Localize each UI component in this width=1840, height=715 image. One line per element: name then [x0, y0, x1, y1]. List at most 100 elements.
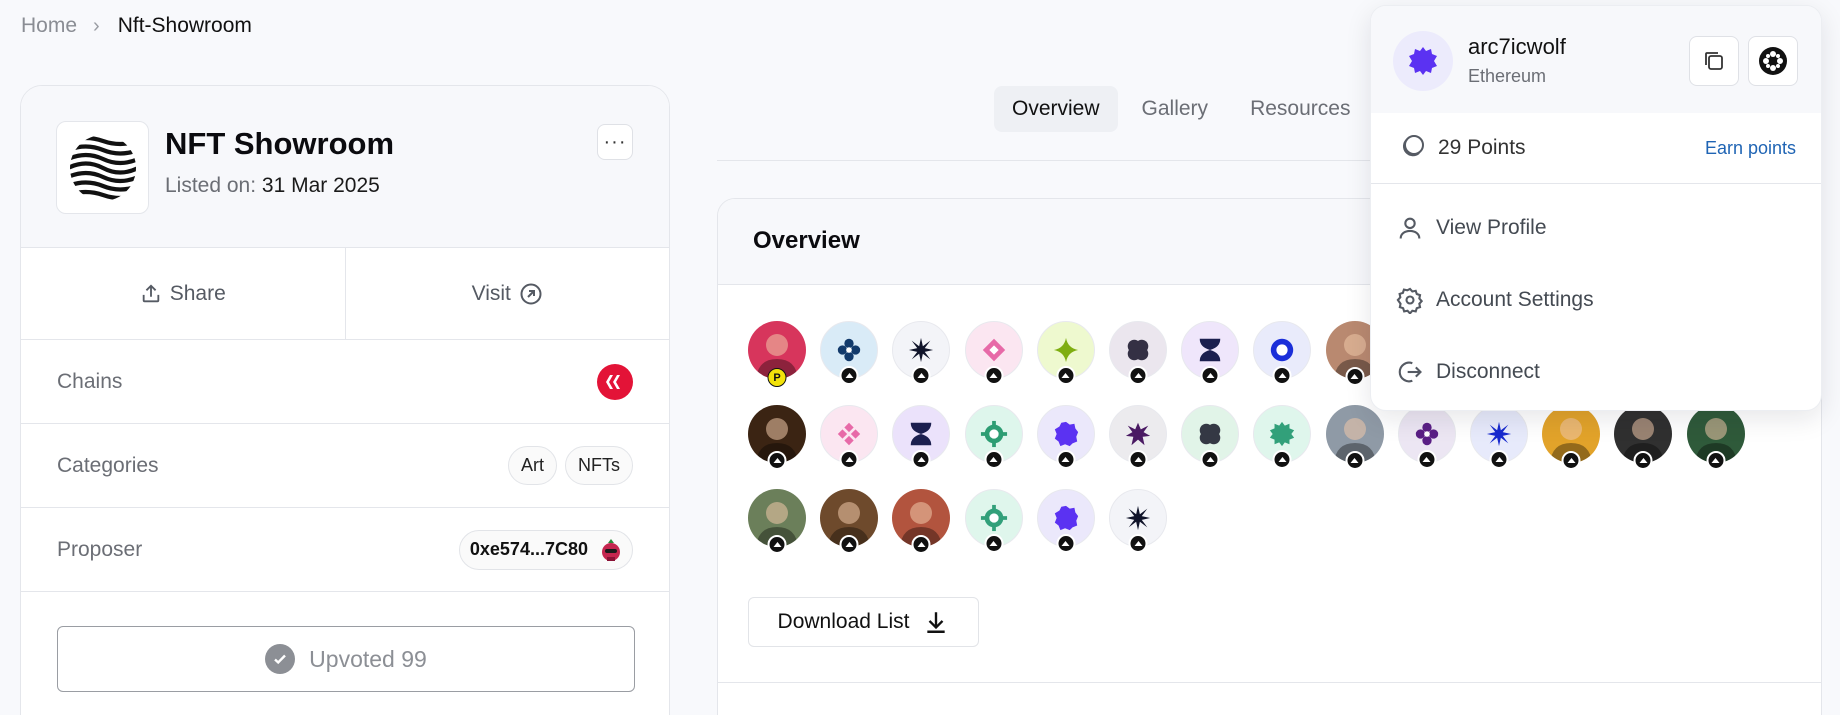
hourglass-icon	[911, 422, 932, 446]
voter-avatar[interactable]	[1542, 405, 1601, 470]
chains-label: Chains	[57, 369, 123, 393]
clover-icon	[1199, 423, 1221, 445]
category-tag-nfts[interactable]: NFTs	[565, 446, 633, 485]
menu-disconnect[interactable]: Disconnect	[1371, 336, 1821, 408]
upvote-arrow-icon	[1056, 534, 1076, 553]
voter-avatar[interactable]	[820, 321, 879, 385]
earn-points-link[interactable]: Earn points	[1705, 138, 1796, 159]
breadcrumb-current: Nft-Showroom	[117, 14, 252, 37]
voter-avatar[interactable]	[1109, 489, 1167, 553]
upvote-arrow-icon	[1200, 450, 1220, 469]
voter-avatar[interactable]	[1614, 405, 1673, 470]
proposer-chip[interactable]: 0xe574...7C80	[458, 529, 633, 570]
voter-avatar[interactable]	[1253, 321, 1312, 385]
download-label: Download List	[777, 610, 910, 633]
upvote-arrow-icon	[911, 366, 931, 385]
account-username: arc7icwolf	[1468, 34, 1566, 59]
burst-icon	[1486, 421, 1512, 447]
upvote-arrow-icon	[1345, 367, 1365, 386]
power-badge-icon: P	[767, 368, 787, 387]
voter-avatar[interactable]	[1253, 405, 1312, 469]
share-button[interactable]: Share	[21, 248, 345, 339]
share-label: Share	[169, 281, 226, 305]
upvote-arrow-icon	[839, 450, 859, 469]
points-label: 29 Points	[1438, 136, 1526, 159]
upvote-arrow-icon	[984, 450, 1004, 469]
upvote-arrow-icon	[1272, 450, 1292, 469]
voter-avatar[interactable]	[892, 405, 951, 469]
voter-avatar[interactable]	[820, 405, 879, 469]
upvote-arrow-icon	[1489, 450, 1509, 469]
panel-divider	[718, 682, 1821, 683]
gear-icon	[980, 420, 1007, 448]
voter-avatar[interactable]	[1325, 405, 1384, 470]
menu-view-profile[interactable]: View Profile	[1371, 192, 1821, 264]
breadcrumb-home-link[interactable]: Home	[21, 14, 77, 38]
account-avatar	[1393, 31, 1453, 91]
voter-avatar[interactable]	[748, 405, 806, 470]
more-options-button[interactable]: ···	[597, 124, 633, 160]
visit-button[interactable]: Visit	[344, 248, 670, 339]
blob-icon	[1054, 505, 1078, 531]
download-list-button[interactable]: Download List	[748, 597, 979, 647]
upvote-arrow-icon	[911, 535, 931, 554]
share-icon	[142, 283, 159, 302]
voter-avatar[interactable]	[964, 321, 1023, 385]
upvote-arrow-icon	[1128, 450, 1148, 469]
account-header: arc7icwolf Ethereum	[1371, 6, 1821, 113]
tab-gallery[interactable]: Gallery	[1124, 86, 1227, 132]
clover-icon	[1127, 339, 1149, 361]
detail-tabs: Overview Gallery Resources	[994, 86, 1368, 132]
hourglass-icon	[1199, 338, 1221, 362]
hive-chain-icon[interactable]	[597, 363, 633, 400]
burst-icon	[1125, 505, 1151, 531]
menu-account-settings[interactable]: Account Settings	[1371, 264, 1821, 336]
proposer-address: 0xe574...7C80	[469, 539, 588, 559]
proposer-label: Proposer	[57, 537, 143, 561]
voter-avatar[interactable]: P	[748, 321, 806, 387]
voter-avatar[interactable]	[1397, 405, 1456, 469]
voter-avatar[interactable]	[892, 489, 951, 554]
star4-icon	[1053, 337, 1078, 363]
category-tag-art[interactable]: Art	[507, 446, 557, 485]
voter-avatar[interactable]	[1470, 405, 1528, 469]
coins-icon	[1402, 135, 1424, 157]
voter-avatar[interactable]	[1109, 405, 1167, 469]
menu-label: Account Settings	[1436, 288, 1594, 311]
voter-avatar[interactable]	[892, 321, 951, 385]
chains-row: Chains	[21, 340, 669, 424]
project-card: NFT Showroom Listed on: 31 Mar 2025 ··· …	[20, 85, 670, 715]
voter-avatar[interactable]	[1036, 321, 1095, 385]
ring-icon	[1271, 338, 1294, 362]
voter-avatar[interactable]	[820, 489, 879, 554]
upvote-arrow-icon	[1561, 451, 1581, 470]
diamond-icon	[982, 338, 1005, 362]
logout-icon	[1398, 361, 1422, 383]
listed-label: Listed on:	[165, 174, 257, 197]
voter-avatar[interactable]	[964, 405, 1023, 469]
tab-resources[interactable]: Resources	[1232, 86, 1368, 132]
wallet-button[interactable]	[1748, 36, 1798, 86]
voter-avatar[interactable]	[1181, 405, 1240, 469]
voter-avatar[interactable]	[748, 489, 806, 554]
blob-icon	[1054, 421, 1078, 447]
menu-label: Disconnect	[1436, 360, 1540, 383]
voter-avatar[interactable]	[1036, 489, 1095, 553]
copy-address-button[interactable]	[1689, 36, 1739, 86]
points-row: 29 Points Earn points	[1371, 113, 1821, 184]
listed-date-value: 31 Mar 2025	[261, 174, 380, 197]
proposer-avatar	[602, 538, 620, 561]
listed-date: Listed on: 31 Mar 2025	[165, 174, 380, 198]
upvote-arrow-icon	[1706, 451, 1726, 470]
voter-avatar[interactable]	[1109, 321, 1167, 385]
voter-avatar[interactable]	[1181, 321, 1240, 385]
gear-icon	[1396, 287, 1424, 314]
upvote-arrow-icon	[1272, 366, 1292, 385]
voter-avatar[interactable]	[1036, 405, 1095, 469]
voter-avatar[interactable]	[964, 489, 1023, 553]
upvote-arrow-icon	[767, 451, 787, 470]
upvote-button[interactable]: Upvoted 99	[57, 626, 635, 692]
tab-overview[interactable]: Overview	[994, 86, 1118, 132]
proposer-row: Proposer 0xe574...7C80	[21, 508, 669, 592]
voter-avatar[interactable]	[1686, 405, 1745, 470]
